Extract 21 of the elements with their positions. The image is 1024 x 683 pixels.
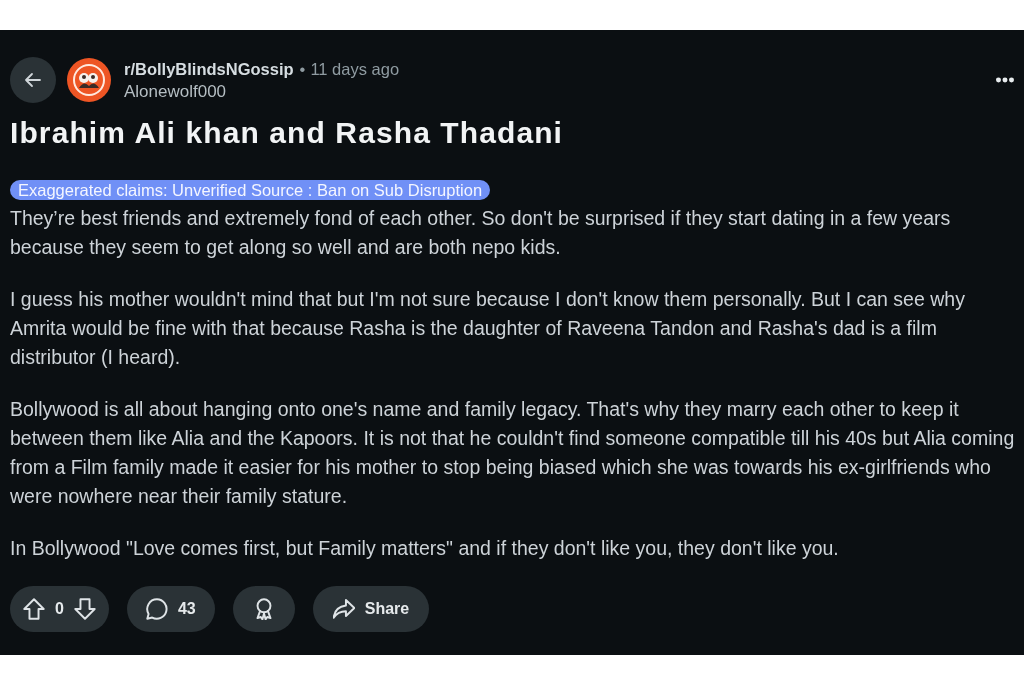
more-icon[interactable] <box>996 77 1014 83</box>
speech-bubble-icon <box>145 598 168 620</box>
up-arrow-icon[interactable] <box>23 598 45 620</box>
subreddit-avatar-icon[interactable] <box>67 58 111 102</box>
down-arrow-icon[interactable] <box>73 598 96 620</box>
separator-dot: • <box>299 58 306 80</box>
post-paragraph: I guess his mother wouldn't mind that but I'm not sure because I don't know them personally. But I can see why Amrita would be fine with that because Rasha is the daughter of Raveena Tandon and Rasha's dad is a film distributor (I heard). <box>10 287 966 370</box>
comments-button[interactable]: 43 <box>126 586 215 632</box>
back-button[interactable] <box>10 57 56 103</box>
post-paragraph: Bollywood is all about hanging onto one's name and family legacy. That's why they marry each other to keep it between them like Alia and the Kapoors. It is not that he couldn't find someone compatible till his 40s but Alia coming from a Film family made it easier for his mother to stop being biased which she was towards his ex-girlfriends who were nowhere near their family stature. <box>10 397 1016 509</box>
share-button[interactable]: Share <box>312 586 430 632</box>
subreddit-link[interactable]: r/BollyBlindsNGossip <box>124 57 294 80</box>
author-link[interactable]: Alonewolf000 <box>124 81 227 101</box>
post-paragraph: They’re best friends and extremely fond of each other. So don't be surprised if they start dating in a few years because they seem to get along so well and are both nepo kids. <box>10 206 952 260</box>
award-button[interactable] <box>232 586 295 632</box>
post-age: 11 days ago <box>310 58 400 80</box>
post-paragraph: In Bollywood "Love comes first, but Family matters" and if they don't like you, they don't like you. <box>10 536 840 561</box>
back-arrow-icon[interactable] <box>23 70 43 90</box>
post-title: Ibrahim Ali khan and Rasha Thadani <box>10 117 565 149</box>
share-arrow-icon <box>332 598 355 620</box>
vote-count: 0 <box>55 599 64 619</box>
